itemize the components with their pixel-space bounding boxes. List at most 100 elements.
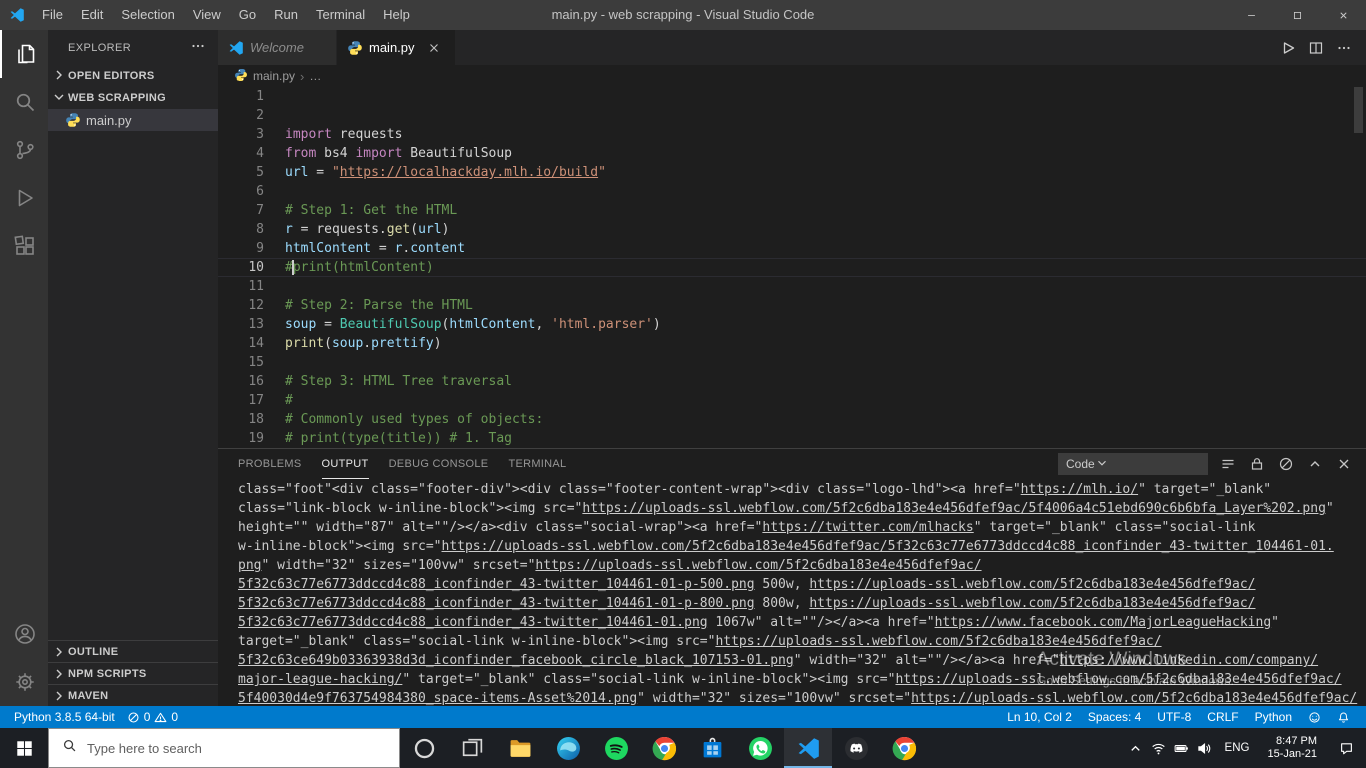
panel-tab-debug-console[interactable]: DEBUG CONSOLE: [389, 449, 489, 479]
action-center-button[interactable]: [1326, 728, 1366, 768]
clock[interactable]: 8:47 PM 15-Jan-21: [1258, 735, 1326, 761]
taskbar-discord[interactable]: [832, 728, 880, 768]
bell-button[interactable]: [1329, 706, 1358, 728]
output-channel-select[interactable]: Code: [1058, 453, 1208, 475]
output-link[interactable]: 5f32c63c77e6773ddccd4c88_iconfinder_43-t…: [238, 577, 755, 592]
tab-main-py[interactable]: main.py: [337, 30, 456, 65]
menu-view[interactable]: View: [184, 0, 230, 30]
activitybar-account[interactable]: [0, 610, 48, 658]
code-token: # Step 2: Parse the HTML: [285, 298, 473, 313]
output-link[interactable]: https://uploads-ssl.webflow.com/5f2c6dba…: [582, 501, 1326, 516]
taskbar-search[interactable]: [48, 728, 400, 768]
tab-welcome[interactable]: Welcome: [218, 30, 337, 65]
activitybar-settings-gear[interactable]: [0, 658, 48, 706]
clear-output-button[interactable]: [1278, 456, 1294, 472]
menu-go[interactable]: Go: [230, 0, 265, 30]
code-line-8: 8r = requests.get(url): [218, 220, 1366, 239]
tray-wifi-button[interactable]: [1147, 728, 1170, 768]
python-interpreter-status[interactable]: Python 3.8.5 64-bit: [8, 706, 121, 728]
status-crlf[interactable]: CRLF: [1199, 706, 1246, 728]
play-button[interactable]: [1274, 30, 1302, 65]
menu-edit[interactable]: Edit: [72, 0, 112, 30]
problems-status[interactable]: 00: [121, 706, 184, 728]
menu-run[interactable]: Run: [265, 0, 307, 30]
maximize-button[interactable]: [1274, 0, 1320, 30]
tray-tray-chevron-button[interactable]: [1124, 728, 1147, 768]
output-link[interactable]: https://uploads-ssl.webflow.com/5f2c6dba…: [911, 691, 1357, 706]
activitybar-files[interactable]: [0, 30, 48, 78]
panel-tab-problems[interactable]: PROBLEMS: [238, 449, 302, 479]
output-link[interactable]: https://twitter.com/mlhacks: [762, 520, 973, 535]
output-link[interactable]: https://uploads-ssl.webflow.com/5f2c6dba…: [715, 634, 1161, 649]
section-folder-web-scrapping[interactable]: WEB SCRAPPING: [48, 87, 218, 109]
output-link[interactable]: major-league-hacking/: [238, 672, 402, 687]
output-link[interactable]: https://uploads-ssl.webflow.com/5f2c6dba…: [535, 558, 981, 573]
taskbar-search-input[interactable]: [87, 740, 386, 756]
line-number: 19: [248, 431, 264, 446]
section-open-editors[interactable]: OPEN EDITORS: [48, 65, 218, 87]
close-tab-button[interactable]: [427, 41, 441, 55]
breadcrumb-file[interactable]: main.py: [253, 69, 295, 83]
taskbar-task-view[interactable]: [448, 728, 496, 768]
taskbar-chrome[interactable]: [640, 728, 688, 768]
tray-battery-button[interactable]: [1170, 728, 1193, 768]
activitybar-run-debug[interactable]: [0, 174, 48, 222]
minimize-button[interactable]: [1228, 0, 1274, 30]
feedback-smiley-button[interactable]: [1300, 706, 1329, 728]
activitybar-search[interactable]: [0, 78, 48, 126]
panel-tab-output[interactable]: OUTPUT: [321, 449, 369, 479]
section-maven[interactable]: MAVEN: [48, 684, 218, 706]
output-link[interactable]: https://uploads-ssl.webflow.com/5f2c6dba…: [809, 577, 1255, 592]
taskbar-microsoft-store[interactable]: [688, 728, 736, 768]
language-indicator[interactable]: ENG: [1216, 728, 1259, 768]
output-link[interactable]: 5f32c63c77e6773ddccd4c88_iconfinder_43-t…: [238, 615, 708, 630]
editor-scrollbar[interactable]: [1354, 87, 1363, 133]
output-link[interactable]: png: [238, 558, 261, 573]
status-ln-10-col-2[interactable]: Ln 10, Col 2: [999, 706, 1080, 728]
output-link[interactable]: https://uploads-ssl.webflow.com/5f2c6dba…: [809, 596, 1255, 611]
menu-terminal[interactable]: Terminal: [307, 0, 374, 30]
activitybar-source-control[interactable]: [0, 126, 48, 174]
code-editor[interactable]: 1 2 3 import requests 4 from bs4 import Beaut…: [218, 87, 1366, 448]
taskbar-vscode[interactable]: [784, 728, 832, 768]
output-link[interactable]: https://mlh.io/: [1021, 482, 1138, 497]
taskbar-whatsapp[interactable]: [736, 728, 784, 768]
output-link[interactable]: 5f32c63ce649b03363938d3d_iconfinder_face…: [238, 653, 794, 668]
lock-button[interactable]: [1249, 456, 1265, 472]
close-button[interactable]: [1320, 0, 1366, 30]
taskbar-cortana[interactable]: [400, 728, 448, 768]
status-python[interactable]: Python: [1247, 706, 1300, 728]
start-button[interactable]: [0, 728, 48, 768]
output-link[interactable]: https://www.facebook.com/MajorLeagueHack…: [935, 615, 1272, 630]
status-spaces-4[interactable]: Spaces: 4: [1080, 706, 1149, 728]
activitybar-extensions[interactable]: [0, 222, 48, 270]
sidebar-more-actions-button[interactable]: [190, 38, 206, 57]
close-button[interactable]: [1336, 456, 1352, 472]
output-link[interactable]: 5f32c63c77e6773ddccd4c88_iconfinder_43-t…: [238, 596, 755, 611]
output-console[interactable]: class="foot"<div class="footer-div"><div…: [218, 479, 1366, 706]
code-line-10: 10 #print(htmlContent): [218, 258, 1366, 277]
output-link[interactable]: https://uploads-ssl.webflow.com/5f2c6dba…: [895, 672, 1341, 687]
menu-selection[interactable]: Selection: [112, 0, 183, 30]
section-outline[interactable]: OUTLINE: [48, 640, 218, 662]
tray-volume-button[interactable]: [1193, 728, 1216, 768]
more-button[interactable]: [1330, 30, 1358, 65]
taskbar-file-explorer[interactable]: [496, 728, 544, 768]
menu-help[interactable]: Help: [374, 0, 419, 30]
status-utf-8[interactable]: UTF-8: [1149, 706, 1199, 728]
section-npm-scripts[interactable]: NPM SCRIPTS: [48, 662, 218, 684]
output-link[interactable]: https://www.linkedin.com/company/: [1060, 653, 1318, 668]
menu-file[interactable]: File: [33, 0, 72, 30]
breadcrumb-more[interactable]: …: [309, 69, 321, 83]
panel-tab-terminal[interactable]: TERMINAL: [508, 449, 566, 479]
word-wrap-button[interactable]: [1220, 456, 1236, 472]
output-link[interactable]: 5f40030d4e9f763754984380_space-items-Ass…: [238, 691, 637, 706]
split-editor-button[interactable]: [1302, 30, 1330, 65]
taskbar-edge[interactable]: [544, 728, 592, 768]
chevron-up-button[interactable]: [1307, 456, 1323, 472]
more-icon: [190, 38, 206, 54]
taskbar-spotify[interactable]: [592, 728, 640, 768]
output-link[interactable]: https://uploads-ssl.webflow.com/5f2c6dba…: [442, 539, 1334, 554]
file-main-py[interactable]: main.py: [48, 109, 218, 131]
taskbar-chrome-2[interactable]: [880, 728, 928, 768]
